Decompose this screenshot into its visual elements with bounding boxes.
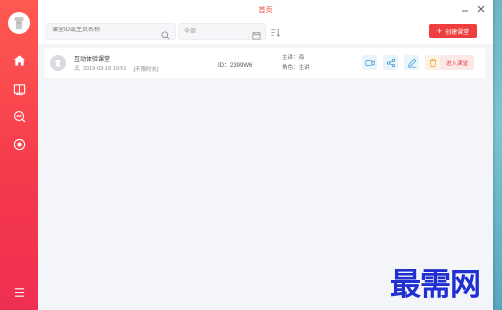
class-role: 角色：主讲 [282,65,310,71]
class-duration: [不限时长] [133,67,159,73]
book-icon[interactable] [11,81,27,97]
date-filter[interactable] [178,23,284,40]
search-box [46,23,176,40]
share-button[interactable] [383,55,398,70]
user-avatar[interactable] [8,12,30,34]
class-avatar [50,55,66,71]
class-card[interactable]: 互动体验课堂 2019-03-18 10:51 [不限时长] ID：2399W6… [44,48,485,78]
watermark: 最需网 [390,267,481,303]
sort-icon[interactable] [270,25,282,37]
plus-icon: + [436,25,443,36]
class-id: ID：2399W6 [218,63,253,69]
menu-icon[interactable] [11,284,27,300]
title-bar: 首页 [38,0,493,18]
delete-button[interactable] [425,55,440,70]
search-icon[interactable] [161,27,170,45]
minimize-icon[interactable] [459,3,471,15]
calendar-icon[interactable] [252,27,261,45]
class-date: 2019-03-18 10:51 [83,66,127,72]
video-icon [364,59,375,66]
class-roles: 主讲：海 角色：主讲 [282,53,310,73]
close-icon[interactable] [475,3,487,15]
edit-button[interactable] [404,55,419,70]
sidebar [0,0,38,310]
trash-icon [429,58,436,67]
window-title: 首页 [258,7,273,14]
home-icon[interactable] [11,52,27,68]
class-meta: 2019-03-18 10:51 [不限时长] [74,65,159,73]
record-icon[interactable] [11,136,27,152]
toolbar: + 创建课堂 [38,18,493,44]
enter-class-button[interactable]: 进入课堂 [440,55,474,70]
chart-search-icon[interactable] [11,108,27,124]
create-class-button[interactable]: + 创建课堂 [429,24,477,38]
pencil-icon [407,58,416,67]
class-host: 主讲：海 [282,55,305,61]
class-name: 互动体验课堂 [74,57,111,63]
create-class-label: 创建课堂 [445,29,470,36]
search-input[interactable] [52,27,152,33]
share-icon [386,58,395,67]
video-button[interactable] [362,55,377,70]
user-icon [74,65,80,73]
filter-input[interactable] [184,27,284,33]
